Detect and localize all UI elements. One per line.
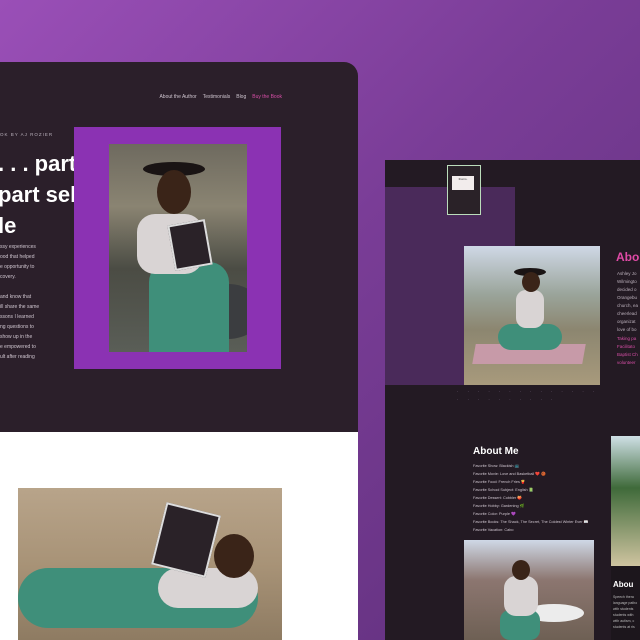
hero-body: ssy experiences ood that helped e opport… [0, 242, 66, 362]
card-line: students at ris [613, 625, 635, 629]
left-website-mockup: About the Author Testimonials Blog Buy t… [0, 62, 358, 640]
photo-top-shape [516, 290, 544, 328]
body-line: ng questions to [0, 324, 34, 330]
body-line: show up in the [0, 334, 33, 340]
photo-book-shape [151, 502, 221, 578]
author-photo [109, 144, 247, 352]
author-lying-photo [18, 488, 282, 640]
bio-line: Orangebu [617, 295, 638, 300]
body-line: e opportunity to [0, 264, 35, 270]
body-line: ssons I learned [0, 314, 34, 320]
book-thumbnail[interactable]: that is. [447, 165, 481, 215]
body-line: ill share the same [0, 304, 40, 310]
about-me-heading: About Me [473, 446, 519, 457]
photo-book-shape [167, 219, 213, 271]
bio-line: love of bo [617, 327, 637, 332]
photo-dress-shape [149, 262, 229, 352]
fact-item: Favorite Dessert: Cobbler 🍑 [473, 496, 523, 500]
about-card: Abou Speech thera language patho with st… [611, 566, 640, 640]
about-card-text: Speech thera language patho with student… [613, 594, 639, 630]
body-line: covery. [0, 274, 16, 280]
photo-face-shape [522, 272, 540, 292]
photo-top-shape [504, 576, 538, 616]
nav-about-author[interactable]: About the Author [159, 94, 196, 100]
favorites-list: Favorite Show: Blackish 📺 Favorite Movie… [473, 462, 603, 534]
tree-photo [611, 436, 640, 566]
nav-blog[interactable]: Blog [236, 94, 246, 100]
fact-item: Favorite Movie: Love and Basketball ❤️ 🏀 [473, 472, 546, 476]
fact-item: Favorite Show: Blackish 📺 [473, 464, 520, 468]
author-sitting-photo [464, 246, 600, 385]
about-bio-text: Ashley Jo Wilmingto decided o Orangebu c… [617, 270, 640, 334]
author-table-photo [464, 540, 594, 640]
byline: OK BY AJ ROZIER [0, 132, 54, 137]
right-website-mockup: that is. Abo Ashley Jo Wilmingto decided… [385, 160, 640, 640]
body-line [0, 282, 66, 292]
fact-item: Favorite Books: The Shack, The Secret, T… [473, 520, 589, 524]
bio-line: organizat [617, 319, 636, 324]
body-line: ood that helped [0, 254, 35, 260]
about-card-title: Abou [613, 580, 634, 589]
nav-testimonials[interactable]: Testimonials [203, 94, 231, 100]
fact-item: Favorite Hobby: Gardening 🌿 [473, 504, 525, 508]
bio-line: church, ea [617, 303, 639, 308]
link-line[interactable]: Baptist Ch [617, 351, 640, 359]
bio-line: decided o [617, 287, 637, 292]
fact-item: Favorite Food: French Fries 🍟 [473, 480, 526, 484]
about-links[interactable]: Taking pa Facilitato Baptist Ch voluntee… [617, 335, 640, 367]
link-line[interactable]: volunteer [617, 359, 640, 367]
nav-buy-book[interactable]: Buy the Book [252, 94, 282, 100]
bio-line: Wilmingto [617, 279, 637, 284]
body-line: e empowered to [0, 344, 36, 350]
about-heading-cropped: Abo [616, 250, 640, 264]
bio-line: Ashley Jo [617, 271, 637, 276]
fact-item: Favorite Vacation: Cabo [473, 528, 514, 532]
body-line: ssy experiences [0, 244, 36, 250]
photo-face-shape [214, 534, 254, 578]
bio-line: cheerlead [617, 311, 637, 316]
fact-item: Favorite School Subject: English 📗 [473, 488, 534, 492]
dot-pattern: · · · · · · · · · · · · · · · · · · · · … [457, 389, 599, 402]
fact-item: Favorite Color: Purple 💜 [473, 512, 516, 516]
top-nav: About the Author Testimonials Blog Buy t… [159, 94, 282, 100]
link-line[interactable]: Facilitato [617, 343, 640, 351]
photo-face-shape [157, 170, 191, 214]
link-line[interactable]: Taking pa [617, 335, 640, 343]
body-line: ult after reading [0, 354, 35, 360]
body-line: and know that [0, 294, 32, 300]
book-thumb-title: that is. [452, 176, 474, 190]
photo-face-shape [512, 560, 530, 580]
